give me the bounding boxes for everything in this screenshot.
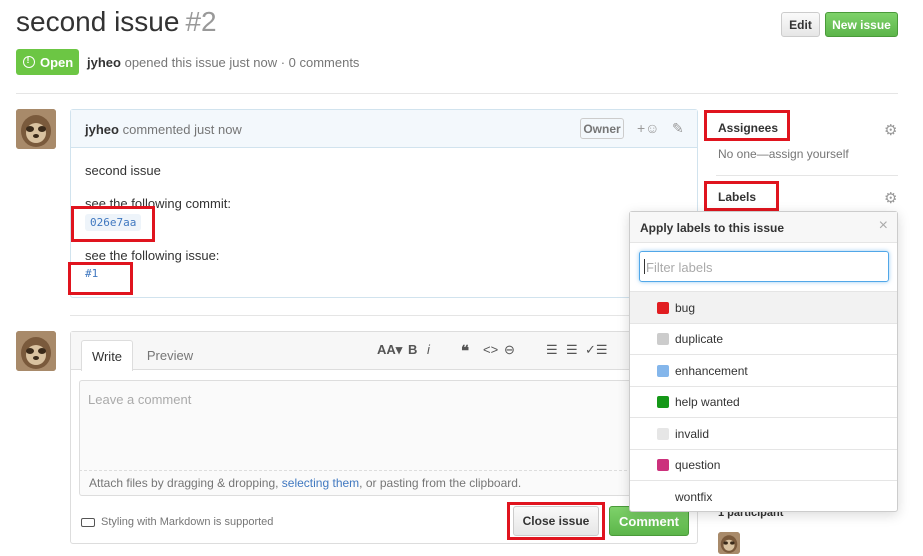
tab-write[interactable]: Write bbox=[81, 340, 133, 371]
bulleted-list-icon[interactable]: ☰ bbox=[546, 342, 558, 358]
avatar[interactable] bbox=[16, 109, 56, 149]
status-badge-label: Open bbox=[40, 54, 74, 70]
issue-meta-text: opened this issue just now · 0 comments bbox=[124, 55, 360, 70]
label-color-swatch bbox=[657, 333, 669, 345]
label-option[interactable]: bug bbox=[630, 291, 897, 323]
numbered-list-icon[interactable]: ☰ bbox=[566, 342, 578, 358]
label-option-name: duplicate bbox=[675, 332, 724, 346]
labels-heading[interactable]: Labels bbox=[718, 190, 756, 204]
comment-textarea[interactable]: Leave a comment bbox=[79, 380, 697, 470]
attach-text-pre: Attach files by dragging & dropping, bbox=[89, 476, 282, 490]
label-color-swatch bbox=[657, 301, 669, 314]
label-option[interactable]: duplicate bbox=[630, 322, 897, 355]
label-color-swatch bbox=[657, 396, 669, 408]
participant-avatar[interactable] bbox=[718, 532, 740, 554]
quote-icon[interactable]: ❝ bbox=[461, 342, 469, 360]
markdown-icon bbox=[81, 517, 95, 527]
attach-files-bar[interactable]: Attach files by dragging & dropping, sel… bbox=[79, 470, 697, 496]
italic-icon[interactable]: i bbox=[427, 342, 430, 357]
label-option-name: wontfix bbox=[675, 489, 713, 504]
bold-icon[interactable]: B bbox=[408, 342, 417, 357]
add-reaction-icon[interactable]: +☺ bbox=[637, 120, 659, 136]
label-color-swatch bbox=[657, 491, 669, 503]
pencil-icon[interactable]: ✎ bbox=[672, 120, 684, 137]
task-list-icon[interactable]: ✓☰ bbox=[585, 342, 608, 358]
label-color-swatch bbox=[657, 364, 669, 377]
issue-author-link[interactable]: jyheo bbox=[87, 55, 121, 70]
assignees-heading[interactable]: Assignees bbox=[718, 121, 778, 135]
owner-badge: Owner bbox=[580, 118, 624, 139]
close-issue-button[interactable]: Close issue bbox=[513, 506, 599, 536]
edit-button[interactable]: Edit bbox=[781, 12, 820, 37]
comment-placeholder: Leave a comment bbox=[88, 392, 192, 407]
avatar[interactable] bbox=[16, 331, 56, 371]
attach-text-post: , or pasting from the clipboard. bbox=[359, 476, 522, 490]
labels-popover: Apply labels to this issue × Filter labe… bbox=[629, 211, 898, 512]
editor-tabbar: Write Preview AA▾ B i ❝ <> ⊖ ☰ ☰ ✓☰ bbox=[71, 332, 697, 371]
comment-line-1: second issue bbox=[85, 163, 161, 178]
code-icon[interactable]: <> bbox=[483, 342, 498, 357]
highlight-issue-ref bbox=[68, 262, 133, 295]
gear-icon[interactable]: ⚙ bbox=[884, 189, 897, 207]
comment-time[interactable]: commented just now bbox=[123, 122, 242, 137]
comment-line-3: see the following issue: bbox=[85, 248, 220, 263]
link-icon[interactable]: ⊖ bbox=[504, 342, 515, 358]
label-color-swatch bbox=[657, 459, 669, 471]
tab-preview[interactable]: Preview bbox=[141, 340, 199, 371]
issue-title: second issue #2 bbox=[16, 6, 217, 38]
label-option[interactable]: help wanted bbox=[630, 385, 897, 418]
popover-header: Apply labels to this issue × bbox=[630, 212, 897, 243]
select-files-link[interactable]: selecting them bbox=[282, 476, 359, 490]
text-size-icon[interactable]: AA▾ bbox=[377, 342, 402, 358]
popover-title: Apply labels to this issue bbox=[640, 221, 785, 235]
label-option[interactable]: question bbox=[630, 448, 897, 481]
label-option-name: invalid bbox=[675, 426, 710, 441]
issue-opened-icon bbox=[23, 55, 35, 68]
gear-icon[interactable]: ⚙ bbox=[884, 121, 897, 139]
new-comment-form: Write Preview AA▾ B i ❝ <> ⊖ ☰ ☰ ✓☰ Leav… bbox=[70, 331, 698, 544]
header-divider bbox=[16, 93, 898, 94]
label-option[interactable]: invalid bbox=[630, 417, 897, 449]
comment-header: jyheo commented just now Owner +☺ ✎ bbox=[71, 110, 697, 148]
sidebar-divider bbox=[716, 175, 898, 176]
highlight-commit bbox=[71, 206, 155, 242]
label-option-name: enhancement bbox=[675, 363, 748, 378]
label-option-name: help wanted bbox=[675, 395, 740, 409]
assignees-value[interactable]: No one—assign yourself bbox=[718, 147, 849, 161]
issue-number: #2 bbox=[185, 6, 217, 37]
comment-author-line: jyheo commented just now bbox=[85, 122, 242, 137]
label-option-name: bug bbox=[675, 300, 696, 315]
issue-title-text: second issue bbox=[16, 6, 180, 37]
close-icon[interactable]: × bbox=[879, 217, 888, 235]
filter-labels-input[interactable]: Filter labels bbox=[639, 251, 889, 282]
status-badge: Open bbox=[16, 49, 79, 75]
label-option-name: question bbox=[675, 458, 721, 472]
issue-meta: jyheo opened this issue just now · 0 com… bbox=[87, 55, 359, 70]
markdown-note[interactable]: Styling with Markdown is supported bbox=[81, 516, 273, 528]
markdown-note-text[interactable]: Styling with Markdown is supported bbox=[101, 516, 273, 528]
label-option[interactable]: enhancement bbox=[630, 354, 897, 386]
new-issue-button[interactable]: New issue bbox=[825, 12, 898, 37]
comment-author-link[interactable]: jyheo bbox=[85, 122, 119, 137]
label-option[interactable]: wontfix bbox=[630, 480, 897, 512]
issue-comment: jyheo commented just now Owner +☺ ✎ seco… bbox=[70, 109, 698, 298]
label-color-swatch bbox=[657, 427, 669, 440]
timeline-divider bbox=[70, 315, 698, 316]
filter-labels-placeholder: Filter labels bbox=[643, 259, 713, 275]
